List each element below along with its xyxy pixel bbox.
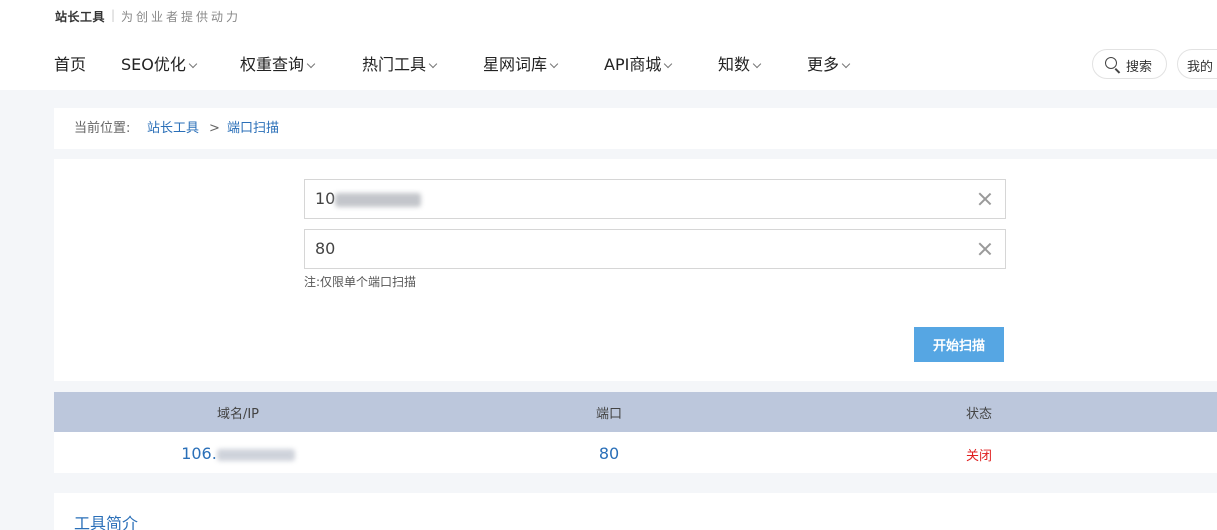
site-brand[interactable]: 站长工具 xyxy=(55,8,105,25)
my-account-button[interactable]: 我的 xyxy=(1177,49,1217,79)
clear-icon[interactable] xyxy=(977,191,993,207)
main-nav: 首页 SEO优化 权重查询 热门工具 星网词库 API商城 知数 更多 xyxy=(0,52,1217,78)
nav-label: 热门工具 xyxy=(362,55,427,74)
nav-item-home[interactable]: 首页 xyxy=(54,52,86,78)
breadcrumb-home-link[interactable]: 站长工具 xyxy=(147,108,199,149)
search-icon xyxy=(1105,57,1117,69)
breadcrumb: 当前位置: 站长工具 > 端口扫描 xyxy=(54,108,1217,149)
nav-label: API商城 xyxy=(604,55,662,74)
nav-item-hot-tools[interactable]: 热门工具 xyxy=(362,52,438,78)
host-input[interactable]: 10 xyxy=(304,179,1006,219)
nav-item-api[interactable]: API商城 xyxy=(604,52,673,78)
column-header-port: 端口 xyxy=(595,407,622,422)
port-input-value: 80 xyxy=(315,239,336,258)
scan-form: 10 80 注:仅限单个端口扫描 开始扫描 xyxy=(54,159,1217,381)
tool-intro: 工具简介 xyxy=(54,493,1217,530)
chevron-down-icon xyxy=(428,59,438,69)
result-status: 关闭 xyxy=(965,449,992,464)
nav-item-weight[interactable]: 权重查询 xyxy=(240,52,316,78)
breadcrumb-current-link[interactable]: 端口扫描 xyxy=(227,108,279,149)
chevron-down-icon xyxy=(664,59,673,69)
nav-label: 权重查询 xyxy=(240,55,305,74)
table-row: 106. 80 关闭 xyxy=(54,432,1217,473)
nav-item-more[interactable]: 更多 xyxy=(807,52,851,78)
my-account-label: 我的 xyxy=(1187,60,1214,75)
redacted-host xyxy=(335,193,421,207)
column-header-host: 域名/IP xyxy=(216,407,260,422)
breadcrumb-prefix: 当前位置: xyxy=(74,121,131,136)
result-ip[interactable]: 106. xyxy=(138,444,338,463)
nav-item-keywords[interactable]: 星网词库 xyxy=(483,52,559,78)
chevron-down-icon xyxy=(752,59,762,69)
chevron-down-icon xyxy=(306,59,316,69)
brand-separator: | xyxy=(111,8,116,22)
search-label: 搜索 xyxy=(1126,60,1153,75)
nav-item-zhishu[interactable]: 知数 xyxy=(718,52,762,78)
top-header: 站长工具 | 为创业者提供动力 首页 SEO优化 权重查询 热门工具 星网词库 … xyxy=(0,0,1217,90)
chevron-down-icon xyxy=(841,59,851,69)
nav-label: 更多 xyxy=(807,55,840,74)
nav-label: 首页 xyxy=(54,55,87,74)
port-note: 注:仅限单个端口扫描 xyxy=(304,275,417,289)
site-slogan: 为创业者提供动力 xyxy=(121,10,242,24)
nav-item-seo[interactable]: SEO优化 xyxy=(121,52,198,78)
result-table: 域名/IP 端口 状态 106. 80 关闭 xyxy=(54,392,1217,473)
breadcrumb-separator: > xyxy=(209,121,220,136)
redacted-ip xyxy=(216,448,295,461)
start-scan-button[interactable]: 开始扫描 xyxy=(914,327,1004,362)
chevron-down-icon xyxy=(188,59,198,69)
host-input-value: 10 xyxy=(315,189,336,208)
table-header: 域名/IP 端口 状态 xyxy=(54,392,1217,432)
column-header-status: 状态 xyxy=(965,407,992,422)
chevron-down-icon xyxy=(549,59,559,69)
nav-label: SEO优化 xyxy=(121,55,186,74)
clear-icon[interactable] xyxy=(977,241,993,257)
tool-intro-title: 工具简介 xyxy=(74,514,139,530)
nav-label: 知数 xyxy=(718,55,751,74)
nav-label: 星网词库 xyxy=(483,55,548,74)
search-button[interactable]: 搜索 xyxy=(1092,49,1167,79)
result-port: 80 xyxy=(598,444,620,463)
result-ip-text: 106. xyxy=(181,444,217,463)
port-input[interactable]: 80 xyxy=(304,229,1006,269)
